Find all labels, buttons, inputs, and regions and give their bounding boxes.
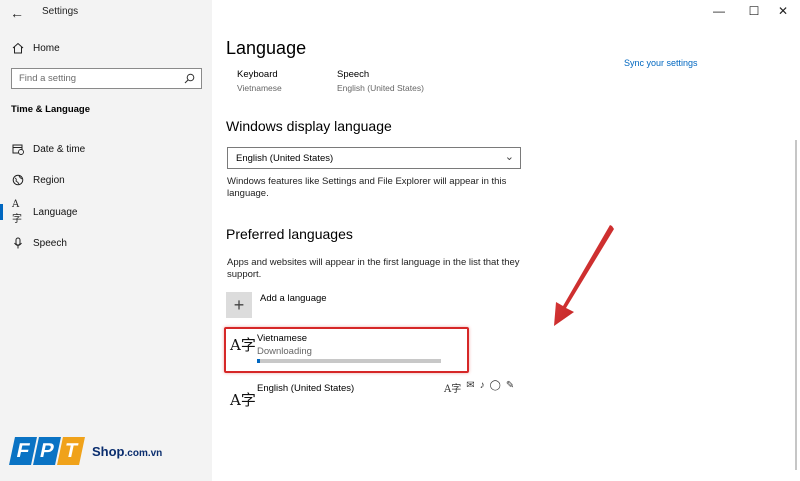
language-name[interactable]: English (United States) (257, 383, 354, 394)
settings-window: ← Settings Home Find a setting Time & La… (0, 0, 800, 481)
main-content: Language Sync your settings Keyboard Vie… (212, 0, 800, 481)
sidebar-item-region[interactable]: Region (0, 168, 212, 192)
page-title: Language (226, 38, 307, 58)
back-arrow-icon[interactable]: ← (10, 5, 26, 21)
annotation-arrow (554, 225, 614, 326)
search-icon[interactable] (184, 73, 195, 87)
text-to-speech-icon: ✉ (466, 380, 475, 391)
display-language-icon: A字 (444, 384, 462, 395)
sidebar-item-label: Language (33, 206, 78, 218)
sidebar-item-label: Region (33, 174, 65, 186)
add-language-button[interactable]: + (226, 292, 252, 318)
preferred-languages-heading: Preferred languages (226, 226, 353, 242)
globe-icon (12, 174, 24, 186)
search-placeholder: Find a setting (19, 73, 77, 84)
logo-domain: .com.vn (124, 447, 163, 459)
speech-label[interactable]: Speech (337, 69, 369, 80)
sidebar-item-speech[interactable]: Speech (0, 231, 212, 255)
sidebar: ← Settings Home Find a setting Time & La… (0, 0, 212, 481)
logo-wordmark: Shop.com.vn (92, 444, 162, 459)
calendar-clock-icon (12, 143, 24, 155)
language-feature-icons: A字 ✉ ♪ ◯ ✎ (444, 380, 514, 395)
handwriting-icon: ✎ (505, 380, 515, 391)
display-language-select[interactable]: English (United States) ⌄ (227, 147, 521, 169)
sync-settings-link[interactable]: Sync your settings (624, 58, 698, 68)
preferred-languages-description: Apps and websites will appear in the fir… (227, 257, 520, 280)
language-icon: A字 (230, 391, 256, 409)
keyboard-label[interactable]: Keyboard (237, 69, 278, 80)
home-icon (12, 42, 24, 54)
scrollbar[interactable] (795, 140, 797, 470)
logo-mark: F P T (9, 437, 85, 465)
section-title: Time & Language (11, 104, 91, 115)
speech-value: English (United States) (337, 83, 424, 93)
highlight-box (224, 327, 469, 373)
title-bar: ← Settings (0, 0, 212, 26)
fpt-shop-logo: F P T Shop.com.vn (9, 437, 162, 465)
app-title: Settings (42, 6, 79, 17)
sidebar-item-label: Home (33, 42, 60, 54)
sidebar-item-language[interactable]: A字 Language (0, 199, 212, 225)
sidebar-item-home[interactable]: Home (0, 36, 212, 60)
speech-recognition-icon: ♪ (479, 380, 485, 391)
microphone-icon: ◯ (489, 380, 501, 391)
sidebar-item-date-time[interactable]: Date & time (0, 137, 212, 161)
language-icon: A字 (12, 199, 22, 225)
display-language-heading: Windows display language (226, 118, 392, 134)
logo-shop: Shop (92, 443, 125, 459)
keyboard-value: Vietnamese (237, 83, 282, 93)
sidebar-item-label: Speech (33, 237, 67, 249)
microphone-icon (12, 237, 24, 249)
selected-value: English (United States) (236, 153, 334, 164)
display-language-description: Windows features like Settings and File … (227, 176, 507, 199)
search-input[interactable]: Find a setting (11, 68, 202, 89)
logo-letter: T (57, 437, 85, 465)
add-language-label[interactable]: Add a language (260, 293, 327, 304)
plus-icon: + (233, 294, 245, 315)
chevron-down-icon: ⌄ (504, 151, 514, 163)
sidebar-item-label: Date & time (33, 143, 86, 155)
